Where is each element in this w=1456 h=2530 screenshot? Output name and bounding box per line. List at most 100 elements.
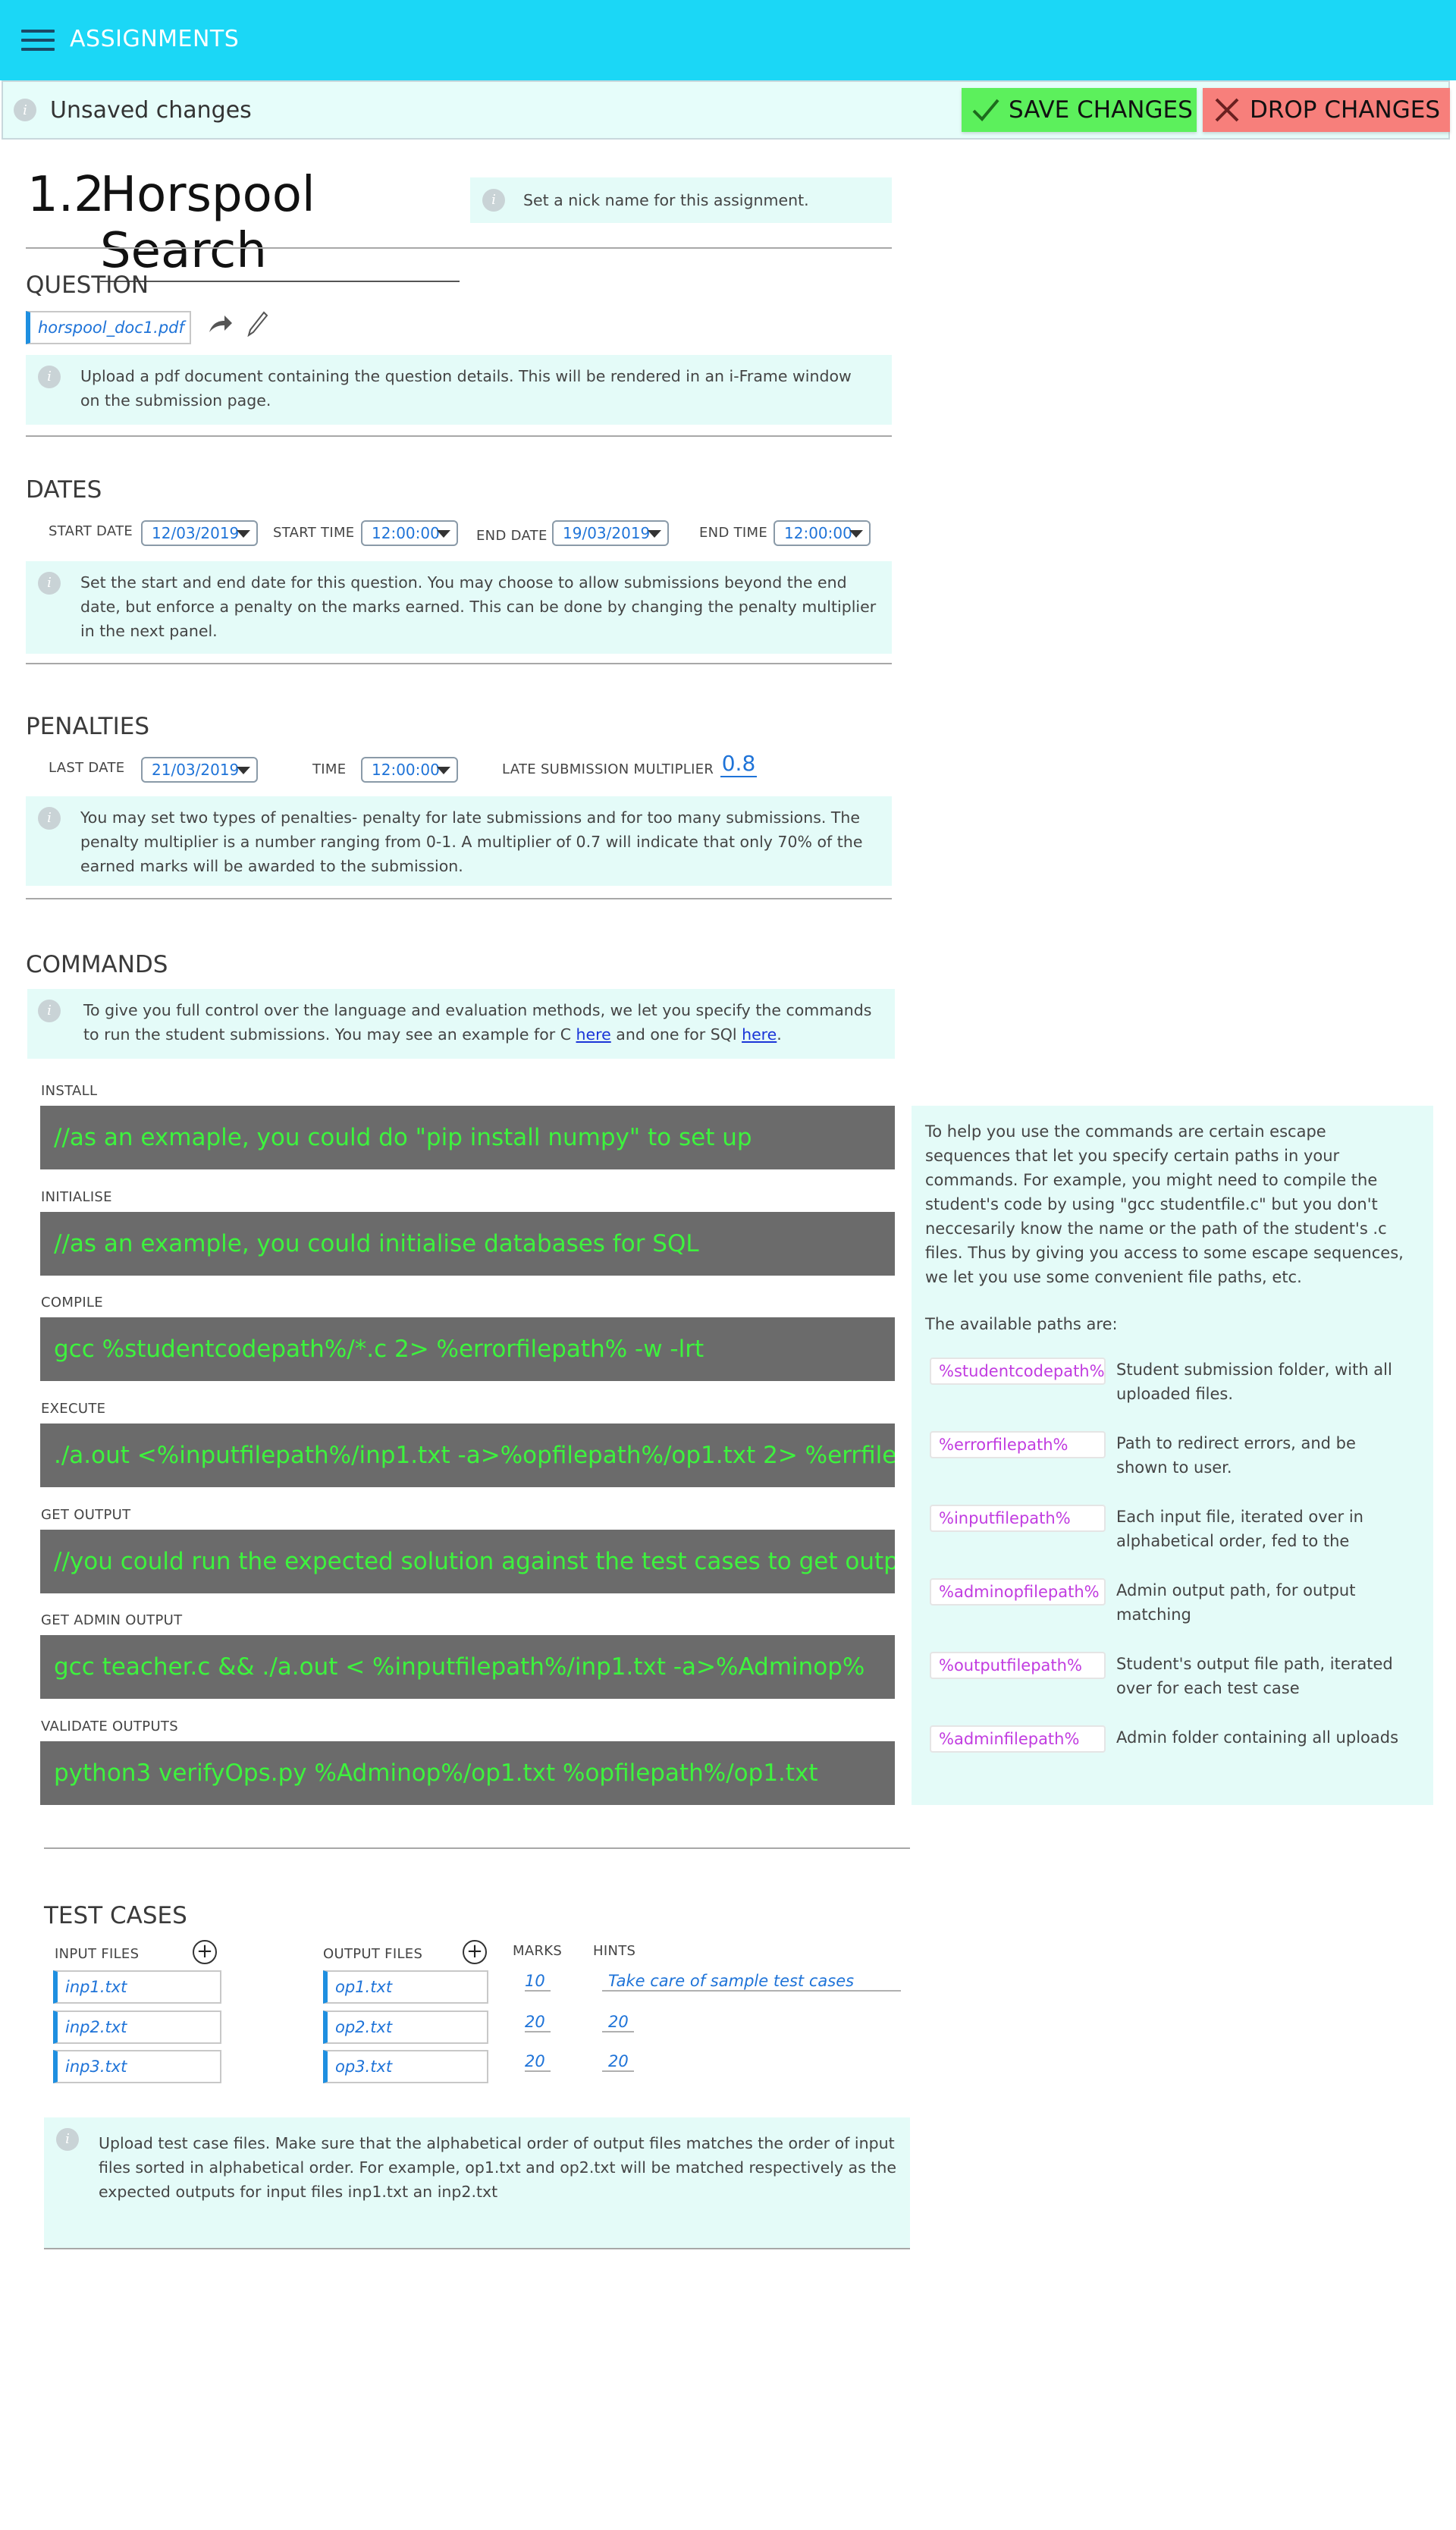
input-file-2[interactable]: inp2.txt	[53, 2011, 221, 2044]
execute-label: EXECUTE	[41, 1401, 106, 1417]
install-command-input[interactable]: //as an exmaple, you could do "pip insta…	[40, 1106, 895, 1169]
c-example-link[interactable]: here	[576, 1025, 611, 1044]
dates-info-text: Set the start and end date for this ques…	[80, 573, 877, 640]
multiplier-input[interactable]: 0.8	[720, 751, 757, 777]
validate-outputs-command-input[interactable]: python3 verifyOps.py %Adminop%/op1.txt %…	[40, 1741, 895, 1805]
divider	[26, 898, 892, 899]
info-icon: i	[38, 1000, 61, 1022]
end-time-picker[interactable]: 12:00:00	[774, 520, 871, 546]
marks-input-2[interactable]: 20	[525, 2013, 551, 2032]
initialise-command-input[interactable]: //as an example, you could initialise da…	[40, 1212, 895, 1276]
question-file[interactable]: horspool_doc1.pdf	[26, 311, 191, 344]
penalty-time-picker[interactable]: 12:00:00	[361, 757, 458, 783]
info-icon: i	[38, 572, 61, 595]
path-token-errorfilepath: %errorfilepath%	[930, 1431, 1106, 1458]
dates-info: i Set the start and end date for this qu…	[26, 561, 892, 654]
get-output-label: GET OUTPUT	[41, 1507, 131, 1523]
sql-example-link[interactable]: here	[742, 1025, 777, 1044]
end-date-label: END DATE	[476, 528, 548, 544]
path-token-adminopfilepath: %adminopfilepath%	[930, 1578, 1106, 1606]
path-desc-adminopfilepath: Admin output path, for output matching	[1116, 1581, 1356, 1624]
question-info: i Upload a pdf document containing the q…	[26, 355, 892, 425]
path-token-inputfilepath: %inputfilepath%	[930, 1505, 1106, 1532]
end-time-label: END TIME	[699, 525, 768, 541]
end-date-picker[interactable]: 19/03/2019	[552, 520, 669, 546]
output-file-2[interactable]: op2.txt	[323, 2011, 488, 2044]
info-icon: i	[14, 99, 36, 121]
commands-info-text-end: .	[777, 1025, 782, 1044]
start-time-picker[interactable]: 12:00:00	[361, 520, 458, 546]
output-file-3[interactable]: op3.txt	[323, 2050, 488, 2083]
test-cases-info-text: Upload test case files. Make sure that t…	[99, 2134, 896, 2201]
penalties-info: i You may set two types of penalties- pe…	[26, 796, 892, 886]
add-output-file-button[interactable]: +	[463, 1940, 487, 1964]
hint-input-2[interactable]: 20	[602, 2013, 634, 2032]
app-title: ASSIGNMENTS	[70, 26, 240, 52]
divider	[26, 247, 892, 249]
start-time-value: 12:00:00	[372, 524, 440, 542]
get-output-command-input[interactable]: //you could run the expected solution ag…	[40, 1530, 895, 1593]
compile-label: COMPILE	[41, 1295, 103, 1311]
save-changes-button[interactable]: SAVE CHANGES	[962, 88, 1197, 132]
path-desc-outputfilepath: Student's output file path, iterated ove…	[1116, 1655, 1393, 1697]
multiplier-label: LATE SUBMISSION MULTIPLIER	[502, 761, 714, 777]
marks-input-1[interactable]: 10	[525, 1972, 551, 1992]
input-file-3[interactable]: inp3.txt	[53, 2050, 221, 2083]
start-time-label: START TIME	[273, 525, 355, 541]
install-label: INSTALL	[41, 1083, 98, 1099]
info-icon: i	[482, 189, 505, 212]
divider	[44, 2248, 910, 2249]
get-admin-output-label: GET ADMIN OUTPUT	[41, 1612, 183, 1628]
compile-command-input[interactable]: gcc %studentcodepath%/*.c 2> %errorfilep…	[40, 1317, 895, 1381]
end-date-value: 19/03/2019	[563, 524, 651, 542]
divider	[44, 1847, 910, 1849]
get-admin-output-command-input[interactable]: gcc teacher.c && ./a.out < %inputfilepat…	[40, 1635, 895, 1699]
end-time-value: 12:00:00	[784, 524, 852, 542]
marks-input-3[interactable]: 20	[525, 2052, 551, 2072]
input-files-label: INPUT FILES	[55, 1946, 140, 1962]
penalties-heading: PENALTIES	[26, 713, 150, 740]
validate-outputs-label: VALIDATE OUTPUTS	[41, 1719, 178, 1734]
question-info-text: Upload a pdf document containing the que…	[80, 367, 852, 410]
last-date-label: LAST DATE	[49, 760, 125, 776]
info-icon: i	[38, 807, 61, 830]
share-icon[interactable]	[206, 312, 234, 335]
commands-info-text: To give you full control over the langua…	[83, 998, 880, 1047]
path-desc-adminfilepath: Admin folder containing all uploads	[1116, 1728, 1399, 1747]
path-desc-studentcodepath: Student submission folder, with all uplo…	[1116, 1361, 1392, 1403]
nickname-hint: i Set a nick name for this assignment.	[470, 177, 892, 223]
escape-sequences-intro: To help you use the commands are certain…	[925, 1122, 1404, 1286]
output-files-label: OUTPUT FILES	[323, 1946, 423, 1962]
info-icon: i	[38, 366, 61, 388]
available-paths-heading: The available paths are:	[925, 1315, 1118, 1333]
unsaved-message: Unsaved changes	[50, 97, 252, 124]
pencil-icon[interactable]	[247, 311, 268, 337]
hint-input-3[interactable]: 20	[602, 2052, 634, 2072]
info-icon: i	[56, 2128, 79, 2151]
path-desc-inputfilepath: Each input file, iterated over in alphab…	[1116, 1508, 1363, 1550]
drop-changes-button[interactable]: DROP CHANGES	[1203, 88, 1450, 132]
start-date-value: 12/03/2019	[152, 524, 240, 542]
test-cases-heading: TEST CASES	[44, 1902, 187, 1929]
penalty-time-label: TIME	[312, 761, 347, 777]
hamburger-menu-icon[interactable]	[21, 30, 55, 51]
output-file-1[interactable]: op1.txt	[323, 1970, 488, 2004]
path-token-outputfilepath: %outputfilepath%	[930, 1652, 1106, 1679]
test-cases-info: i Upload test case files. Make sure that…	[44, 2117, 910, 2248]
initialise-label: INITIALISE	[41, 1189, 112, 1205]
question-heading: QUESTION	[26, 272, 149, 299]
hint-input-1[interactable]: Take care of sample test cases	[602, 1972, 901, 1992]
add-input-file-button[interactable]: +	[193, 1940, 217, 1964]
marks-label: MARKS	[513, 1943, 563, 1959]
input-file-1[interactable]: inp1.txt	[53, 1970, 221, 2004]
last-date-value: 21/03/2019	[152, 761, 240, 779]
start-date-picker[interactable]: 12/03/2019	[141, 520, 258, 546]
path-desc-errorfilepath: Path to redirect errors, and be shown to…	[1116, 1434, 1356, 1477]
execute-command-input[interactable]: ./a.out <%inputfilepath%/inp1.txt -a>%op…	[40, 1424, 895, 1487]
close-icon	[1215, 98, 1239, 122]
assignment-title-input[interactable]: Horspool Search	[100, 167, 460, 282]
last-date-picker[interactable]: 21/03/2019	[141, 757, 258, 783]
divider	[26, 435, 892, 437]
hints-label: HINTS	[593, 1943, 636, 1959]
penalty-time-value: 12:00:00	[372, 761, 440, 779]
